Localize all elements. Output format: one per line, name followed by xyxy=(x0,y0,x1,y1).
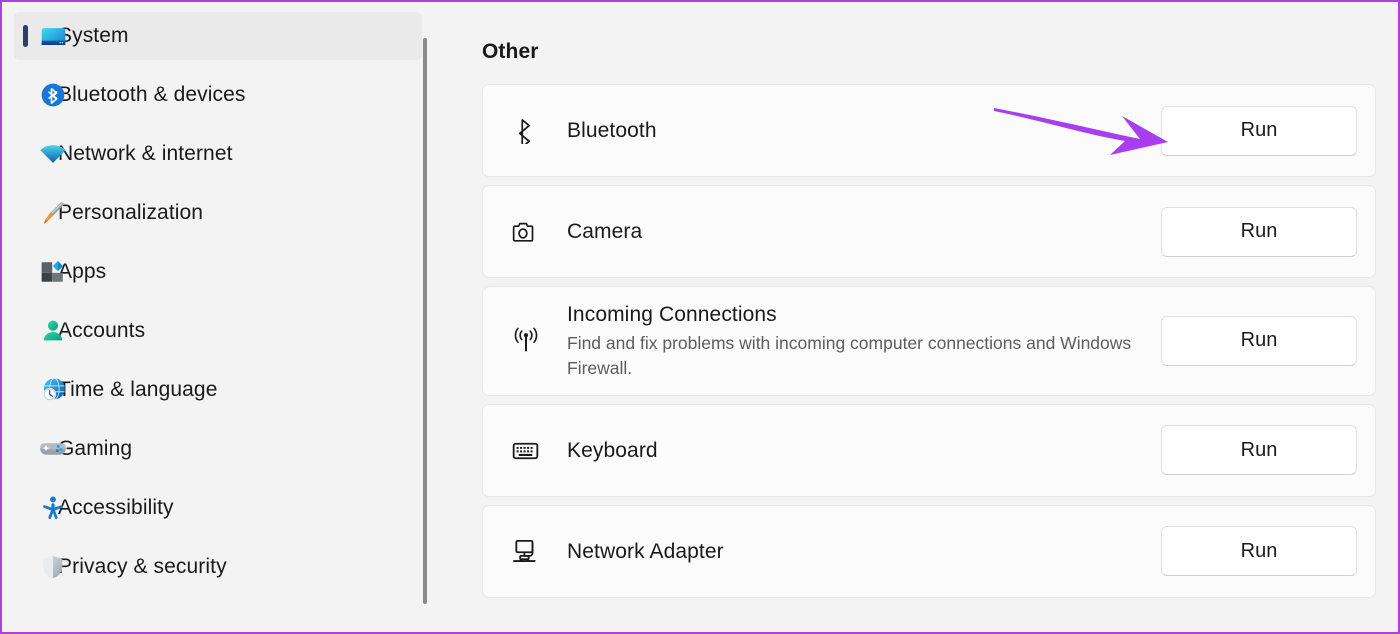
troubleshooter-card-keyboard: Keyboard Run xyxy=(482,403,1376,497)
troubleshooter-card-camera: Camera Run xyxy=(482,185,1376,278)
run-button[interactable]: Run xyxy=(1161,526,1357,577)
card-title: Keyboard xyxy=(567,438,658,462)
troubleshooter-card-network-adapter: Network Adapter Run xyxy=(482,504,1376,598)
wifi-icon xyxy=(38,139,68,169)
bluetooth-outline-icon xyxy=(511,111,567,151)
sidebar-item-label: Privacy & security xyxy=(58,555,227,578)
card-title: Bluetooth xyxy=(567,118,657,142)
clock-globe-icon xyxy=(38,375,68,405)
monitor-icon xyxy=(38,21,68,51)
settings-sidebar: System Bluetooth & devices Network & int… xyxy=(2,2,434,632)
network-adapter-icon xyxy=(511,531,567,571)
sidebar-item-label: Accounts xyxy=(58,319,146,342)
troubleshooter-card-bluetooth: Bluetooth Run xyxy=(482,84,1376,177)
bluetooth-icon xyxy=(38,80,68,110)
card-body: Keyboard xyxy=(567,437,1161,464)
selection-indicator xyxy=(23,25,28,47)
run-button[interactable]: Run xyxy=(1161,315,1357,366)
card-body: Network Adapter xyxy=(567,538,1161,565)
sidebar-item-label: Gaming xyxy=(58,437,133,460)
accessibility-person-icon xyxy=(38,493,68,523)
sidebar-item-apps[interactable]: Apps xyxy=(14,248,422,296)
sidebar-item-personalization[interactable]: Personalization xyxy=(14,189,422,237)
sidebar-item-label: Personalization xyxy=(58,201,204,224)
camera-icon xyxy=(511,212,567,252)
card-description: Find and fix problems with incoming comp… xyxy=(567,333,1132,379)
sidebar-item-accessibility[interactable]: Accessibility xyxy=(14,484,422,532)
sidebar-item-privacy-security[interactable]: Privacy & security xyxy=(14,543,422,591)
sidebar-item-network-internet[interactable]: Network & internet xyxy=(14,130,422,178)
paintbrush-icon xyxy=(38,198,68,228)
troubleshooters-content: Other Bluetooth Run Camera Run Incoming … xyxy=(434,2,1398,632)
sidebar-item-time-language[interactable]: Time & language xyxy=(14,366,422,414)
card-body: Bluetooth xyxy=(567,117,1161,144)
sidebar-item-label: Bluetooth & devices xyxy=(58,83,246,106)
antenna-signal-icon xyxy=(511,321,567,361)
card-title: Camera xyxy=(567,219,643,243)
person-icon xyxy=(38,316,68,346)
sidebar-item-system[interactable]: System xyxy=(14,12,422,60)
sidebar-item-label: Time & language xyxy=(58,378,218,401)
sidebar-scrollbar[interactable] xyxy=(418,2,434,632)
troubleshooter-card-incoming-connections: Incoming Connections Find and fix proble… xyxy=(482,286,1376,396)
run-button[interactable]: Run xyxy=(1161,425,1357,476)
keyboard-icon xyxy=(511,430,567,470)
apps-icon xyxy=(38,257,68,287)
run-button[interactable]: Run xyxy=(1161,105,1357,156)
sidebar-item-accounts[interactable]: Accounts xyxy=(14,307,422,355)
sidebar-scrollbar-thumb[interactable] xyxy=(423,38,427,604)
sidebar-item-label: Accessibility xyxy=(58,496,174,519)
card-title: Incoming Connections xyxy=(567,303,777,326)
card-body: Camera xyxy=(567,218,1161,245)
card-title: Network Adapter xyxy=(567,539,724,563)
section-heading: Other xyxy=(482,40,539,63)
sidebar-item-bluetooth-devices[interactable]: Bluetooth & devices xyxy=(14,71,422,119)
shield-icon xyxy=(38,552,68,582)
sidebar-item-label: System xyxy=(58,24,129,47)
sidebar-item-gaming[interactable]: Gaming xyxy=(14,425,422,473)
settings-window: System Bluetooth & devices Network & int… xyxy=(0,0,1400,634)
card-body: Incoming Connections Find and fix proble… xyxy=(567,301,1161,381)
sidebar-item-label: Network & internet xyxy=(58,142,233,165)
gamepad-icon xyxy=(38,434,68,464)
run-button[interactable]: Run xyxy=(1161,206,1357,257)
